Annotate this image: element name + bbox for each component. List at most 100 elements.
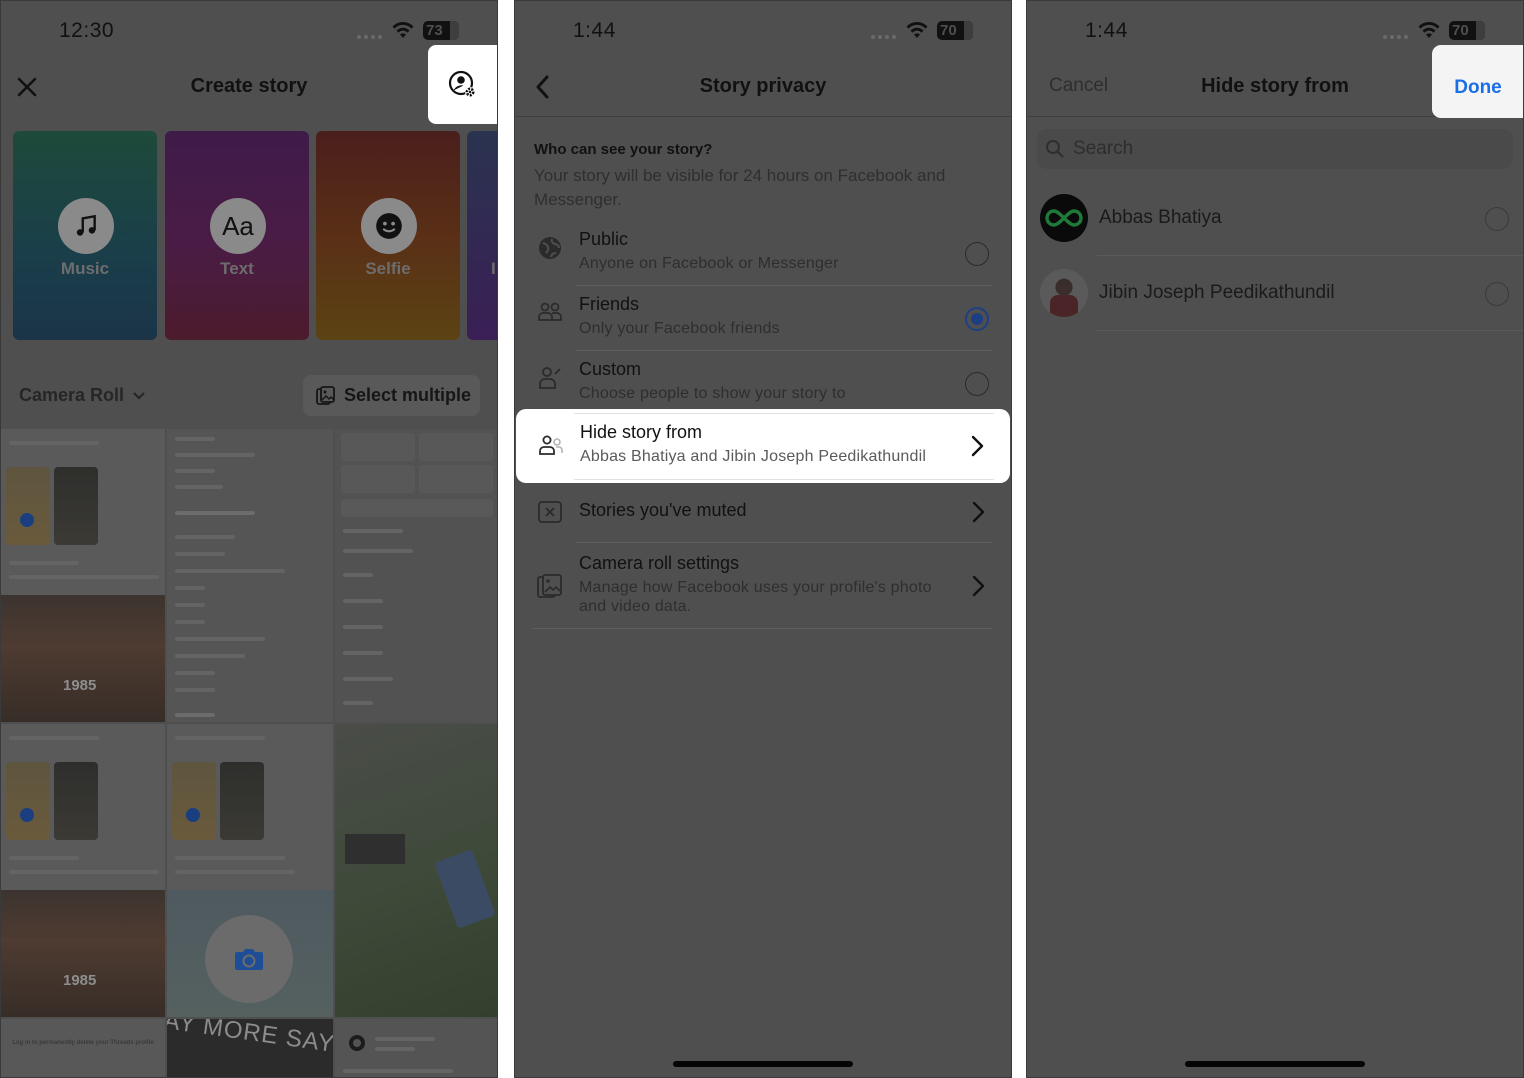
- hide-story-from-row[interactable]: Hide story from Abbas Bhatiya and Jibin …: [516, 409, 1010, 483]
- photo-thumbnail[interactable]: 1985: [1, 724, 165, 1017]
- option-title: Stories you've muted: [579, 500, 747, 520]
- text-aa-icon: Aa: [210, 198, 266, 254]
- page-title: Story privacy: [699, 75, 827, 97]
- radio-button-selected[interactable]: [965, 307, 989, 331]
- battery-indicator: 73: [423, 21, 459, 40]
- camera-button[interactable]: [205, 915, 293, 1003]
- option-subtitle: Manage how Facebook uses your profile's …: [579, 579, 932, 615]
- camera-roll-dropdown[interactable]: Camera Roll: [19, 385, 146, 406]
- music-note-icon: [58, 198, 114, 254]
- smiley-icon: [361, 198, 417, 254]
- status-bar: 12:30 73: [1, 1, 497, 61]
- wifi-icon: [1418, 22, 1440, 38]
- home-indicator[interactable]: [673, 1061, 853, 1067]
- section-heading: Who can see your story?: [534, 141, 713, 158]
- chevron-right-icon: [972, 501, 985, 523]
- avatar: [1040, 194, 1088, 242]
- person-name: Abbas Bhatiya: [1099, 207, 1222, 228]
- thumbnail-caption: 1985: [63, 677, 97, 694]
- signal-dots-icon: [1383, 35, 1409, 39]
- option-title: Public: [579, 229, 629, 249]
- photo-thumbnail[interactable]: [335, 429, 497, 722]
- close-icon[interactable]: [15, 75, 39, 99]
- thumbnail-caption: 1985: [63, 972, 97, 989]
- chevron-right-icon: [971, 435, 984, 457]
- custom-people-icon: [539, 367, 561, 389]
- multi-photo-icon: [316, 385, 335, 405]
- photo-thumbnail[interactable]: [335, 724, 497, 1017]
- photo-thumbnail[interactable]: AY MORE SAY M: [167, 1019, 333, 1077]
- radio-button[interactable]: [965, 242, 989, 266]
- cancel-button[interactable]: Cancel: [1049, 75, 1108, 97]
- battery-level: 70: [1452, 22, 1469, 39]
- section-description: Your story will be visible for 24 hours …: [534, 166, 946, 209]
- search-input[interactable]: [1073, 138, 1473, 160]
- hide-story-from-screen: 1:44 70 Cancel Hide story from Done Abba…: [1026, 0, 1524, 1078]
- done-button[interactable]: Done: [1432, 45, 1523, 118]
- person-row[interactable]: Jibin Joseph Peedikathundil: [1027, 256, 1523, 331]
- select-multiple-button[interactable]: Select multiple: [303, 375, 480, 416]
- globe-icon: [539, 237, 561, 259]
- stories-muted-row[interactable]: Stories you've muted: [515, 483, 1011, 543]
- photo-thumbnail[interactable]: [167, 429, 333, 722]
- story-privacy-screen: 1:44 70 Story privacy Who can see your s…: [514, 0, 1012, 1078]
- home-indicator[interactable]: [1185, 1061, 1365, 1067]
- signal-dots-icon: [357, 35, 383, 39]
- privacy-option-custom[interactable]: Custom Choose people to show your story …: [515, 351, 1011, 416]
- person-row[interactable]: Abbas Bhatiya: [1027, 181, 1523, 256]
- person-name: Jibin Joseph Peedikathundil: [1099, 282, 1335, 303]
- search-icon: [1046, 140, 1064, 158]
- story-card-label: Text: [220, 259, 254, 278]
- camera-roll-settings-row[interactable]: Camera roll settings Manage how Facebook…: [515, 543, 1011, 629]
- thumbnail-caption: AY MORE SAY M: [167, 1019, 333, 1062]
- privacy-option-public[interactable]: Public Anyone on Facebook or Messenger: [515, 221, 1011, 286]
- option-title: Friends: [579, 294, 640, 314]
- option-title: Camera roll settings: [579, 553, 740, 573]
- status-time: 12:30: [59, 19, 115, 42]
- option-subtitle: Anyone on Facebook or Messenger: [579, 255, 839, 272]
- select-radio[interactable]: [1485, 207, 1509, 231]
- story-card-label: Music: [60, 259, 110, 278]
- select-multiple-label: Select multiple: [344, 385, 472, 405]
- battery-indicator: 70: [937, 21, 973, 40]
- select-radio[interactable]: [1485, 282, 1509, 306]
- photo-thumbnail[interactable]: [335, 1019, 497, 1077]
- battery-level: 70: [940, 22, 957, 39]
- photo-thumbnail[interactable]: Log in to permanently delete your Thread…: [1, 1019, 165, 1077]
- status-bar: 1:44 70: [515, 1, 1011, 61]
- option-title: Custom: [579, 359, 642, 379]
- page-title: Create story: [190, 75, 308, 97]
- chevron-right-icon: [972, 575, 985, 597]
- option-subtitle: Only your Facebook friends: [579, 320, 780, 337]
- story-type-carousel: Music Aa Text Selfie I: [13, 131, 497, 341]
- search-bar[interactable]: [1037, 129, 1513, 169]
- story-card-selfie[interactable]: Selfie: [316, 131, 460, 340]
- muted-box-icon: [538, 501, 562, 523]
- option-title: Hide story from: [580, 422, 703, 442]
- camera-roll-grid: 1985 1985 Log in to permanently delete y…: [1, 429, 497, 1077]
- privacy-option-friends[interactable]: Friends Only your Facebook friends: [515, 286, 1011, 351]
- battery-indicator: 70: [1449, 21, 1485, 40]
- status-time: 1:44: [573, 19, 616, 42]
- battery-level: 73: [426, 22, 443, 39]
- signal-dots-icon: [871, 35, 897, 39]
- camera-roll-icon: [537, 574, 562, 598]
- story-card-label: I: [491, 259, 496, 278]
- status-time: 1:44: [1085, 19, 1128, 42]
- camera-icon: [235, 949, 263, 970]
- story-card-label: Selfie: [365, 259, 411, 278]
- option-subtitle: Abbas Bhatiya and Jibin Joseph Peedikath…: [580, 448, 927, 465]
- radio-button[interactable]: [965, 372, 989, 396]
- story-card-partial[interactable]: I: [467, 131, 497, 340]
- story-card-music[interactable]: Music: [13, 131, 157, 340]
- story-privacy-button[interactable]: [428, 45, 497, 124]
- friends-icon: [538, 302, 562, 321]
- nav-bar: Cancel Hide story from Done: [1027, 45, 1523, 118]
- avatar: [1040, 269, 1088, 317]
- thumbnail-caption: Log in to permanently delete your Thread…: [12, 1040, 154, 1046]
- hide-people-icon: [539, 435, 563, 455]
- photo-thumbnail[interactable]: 1985: [1, 429, 165, 722]
- story-privacy-settings-icon: [448, 70, 475, 97]
- back-chevron-icon[interactable]: [533, 74, 553, 100]
- story-card-text[interactable]: Aa Text: [165, 131, 309, 340]
